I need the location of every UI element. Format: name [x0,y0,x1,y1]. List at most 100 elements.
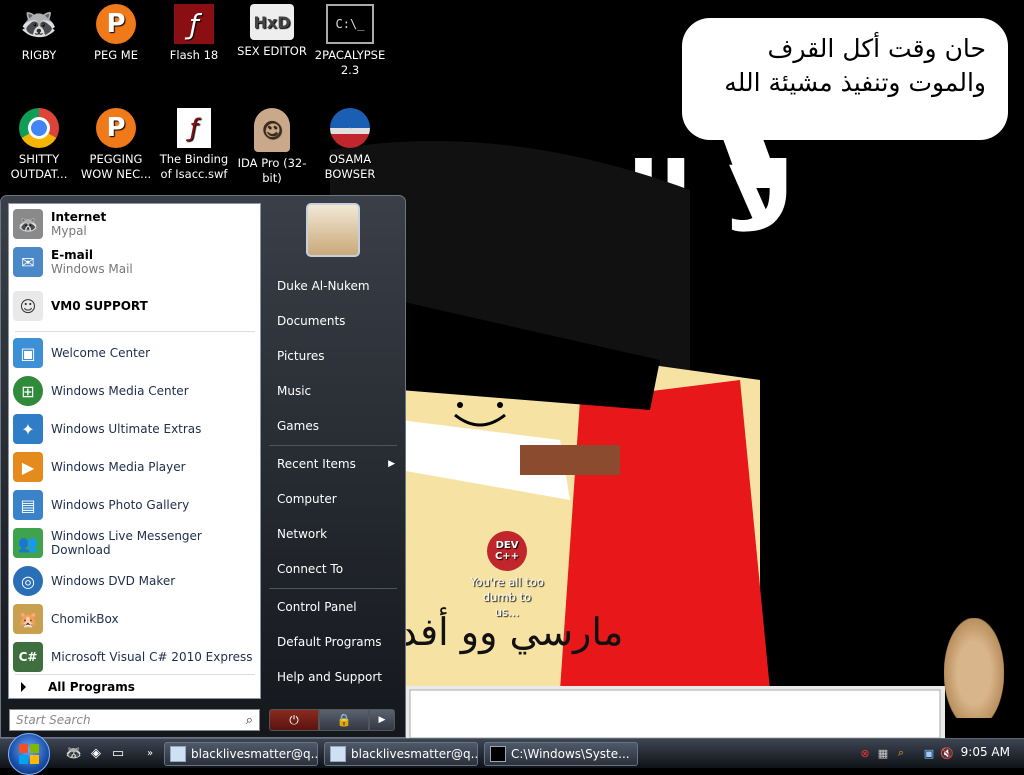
power-controls: ⏻ 🔒 ▶ [269,709,395,731]
support-icon: ☺ [13,291,43,321]
desktop-icon-label: The Binding of Isacc.swf [159,152,229,181]
ida-portrait-icon: ☺ [254,108,290,152]
recent-item[interactable]: ▶ Windows Media Player [13,450,258,484]
search-icon: ⌕ [245,713,253,728]
menu-pictures[interactable]: Pictures [271,342,399,370]
recent-item-label: Windows Media Center [51,384,189,398]
separator [15,674,255,675]
menu-recent-items[interactable]: Recent Items ▶ [271,450,399,478]
desktop-icon-pegging-wow[interactable]: P PEGGING WOW NEC... [78,108,154,182]
lock-button[interactable]: 🔒 [319,709,369,731]
desktop-icon-osama-bowser[interactable]: O OSAMA BOWSER [312,108,388,182]
user-avatar[interactable] [306,203,360,257]
start-search-input[interactable]: Start Search ⌕ [9,709,260,731]
menu-music[interactable]: Music [271,377,399,405]
dvd-icon: ◎ [13,566,43,596]
taskbar-button-label: C:\Windows\Syste... [511,747,630,761]
recent-item[interactable]: ⊞ Windows Media Center [13,374,258,408]
menu-computer[interactable]: Computer [271,485,399,513]
search-placeholder: Start Search [16,713,91,727]
desktop-icon-binding-of-isacc[interactable]: ƒ The Binding of Isacc.swf [156,108,232,182]
chomikbox-icon: 🐹 [13,604,43,634]
desktop-icon-ida-pro[interactable]: ☺ IDA Pro (32-bit) [234,108,310,186]
tray-network-icon[interactable]: ▣ [922,746,936,760]
desktop-icon-label: IDA Pro (32-bit) [237,156,307,185]
flash-icon: ƒ [174,4,214,44]
power-button[interactable]: ⏻ [269,709,319,731]
desktop-icon-peg-me[interactable]: P PEG ME [78,4,154,63]
console-icon: C:\_ [326,4,374,44]
recent-item-label: Welcome Center [51,346,151,360]
pinned-internet[interactable]: 🦝 Internet Mypal [13,207,258,241]
window-icon [330,746,346,762]
quicklaunch-show-desktop-icon[interactable]: ▭ [110,745,126,761]
recent-item[interactable]: C# Microsoft Visual C# 2010 Express [13,640,258,674]
separator [269,445,397,446]
menu-connect-to[interactable]: Connect To [271,555,399,583]
desktop-icon-shitty-outdat[interactable]: SHITTY OUTDAT... [1,108,77,182]
desktop-icon-label: OSAMA BOWSER [324,152,376,181]
desktop-icon-label: SEX EDITOR [237,44,307,58]
desktop-icon-label: Flash 18 [169,48,219,62]
start-menu: 🦝 Internet Mypal ✉ E-mail Windows Mail ☺ V… [0,195,406,738]
separator [15,331,255,332]
taskbar-clock[interactable]: 9:05 AM [961,745,1010,759]
quicklaunch-browser-icon[interactable]: ◈ [88,745,104,761]
desktop-icon-sex-editor[interactable]: HxD SEX EDITOR [234,4,310,59]
menu-games[interactable]: Games [271,412,399,440]
media-player-icon: ▶ [13,452,43,482]
desktop-icon-2pacalypse[interactable]: C:\_ 2PACALYPSE 2.3 [312,4,388,78]
start-button[interactable] [8,733,50,775]
tray-search-icon[interactable]: ⌕ [894,746,908,760]
desktop-icon-label: PEG ME [94,48,138,62]
taskbar-button[interactable]: C:\Windows\Syste... [484,742,638,766]
menu-control-panel[interactable]: Control Panel [271,593,399,621]
recent-item-label: Windows DVD Maker [51,574,176,588]
power-options-button[interactable]: ▶ [369,709,395,731]
recent-item[interactable]: ▤ Windows Photo Gallery [13,488,258,522]
photo-gallery-icon: ▤ [13,490,43,520]
quicklaunch-expand-icon[interactable]: » [142,745,158,761]
extras-icon: ✦ [13,414,43,444]
media-center-icon: ⊞ [13,376,43,406]
pinned-title: VM0 SUPPORT [51,299,148,313]
menu-network[interactable]: Network [271,520,399,548]
devcpp-icon: DEV C++ [487,531,527,571]
taskbar-button-label: blacklivesmatter@q... [191,747,318,761]
hamster-image [944,618,1004,718]
menu-user-folder[interactable]: Duke Al-Nukem [271,272,399,300]
all-programs-button[interactable]: All Programs [13,678,258,696]
welcome-icon: ▣ [13,338,43,368]
desktop-icon-devcpp[interactable]: DEV C++ You're all too dumb to us... [469,531,545,620]
tray-app-icon[interactable]: ▦ [876,746,890,760]
pinned-email[interactable]: ✉ E-mail Windows Mail [13,245,258,279]
pinned-title: E-mail [51,248,94,262]
tray-volume-muted-icon[interactable]: 🔇 [940,746,954,760]
console-icon [490,746,506,762]
desktop-icon-rigby[interactable]: 🦝 RIGBY [1,4,77,63]
pinned-vm0-support[interactable]: ☺ VM0 SUPPORT [13,289,258,323]
recent-item[interactable]: 🐹 ChomikBox [13,602,258,636]
menu-documents[interactable]: Documents [271,307,399,335]
quicklaunch-raccoon-icon[interactable]: 🦝 [66,745,82,761]
recent-item[interactable]: ▣ Welcome Center [13,336,258,370]
recent-item[interactable]: ✦ Windows Ultimate Extras [13,412,258,446]
recent-item[interactable]: ◎ Windows DVD Maker [13,564,258,598]
start-menu-left-pane: 🦝 Internet Mypal ✉ E-mail Windows Mail ☺ V… [8,203,261,699]
tray-no-entry-icon[interactable]: ⊗ [858,746,872,760]
desktop-icon-flash-18[interactable]: ƒ Flash 18 [156,4,232,63]
taskbar-button[interactable]: blacklivesmatter@q... [324,742,478,766]
menu-default-programs[interactable]: Default Programs [271,628,399,656]
pinned-title: Internet [51,210,107,224]
recent-item-label: Windows Live Messenger Download [51,529,202,557]
peggle-icon: P [96,4,136,44]
menu-help-support[interactable]: Help and Support [271,663,399,691]
raccoon-icon: 🦝 [13,209,43,239]
pinned-subtitle: Mypal [51,224,87,238]
taskbar-button-label: blacklivesmatter@q... [351,747,478,761]
arrow-right-icon: ▶ [388,459,395,469]
arrow-right-icon [21,682,26,692]
recent-item[interactable]: 👥 Windows Live Messenger Download [13,526,258,560]
taskbar-button[interactable]: blacklivesmatter@q... [164,742,318,766]
desktop-icon-label: You're all too dumb to us... [470,575,544,619]
